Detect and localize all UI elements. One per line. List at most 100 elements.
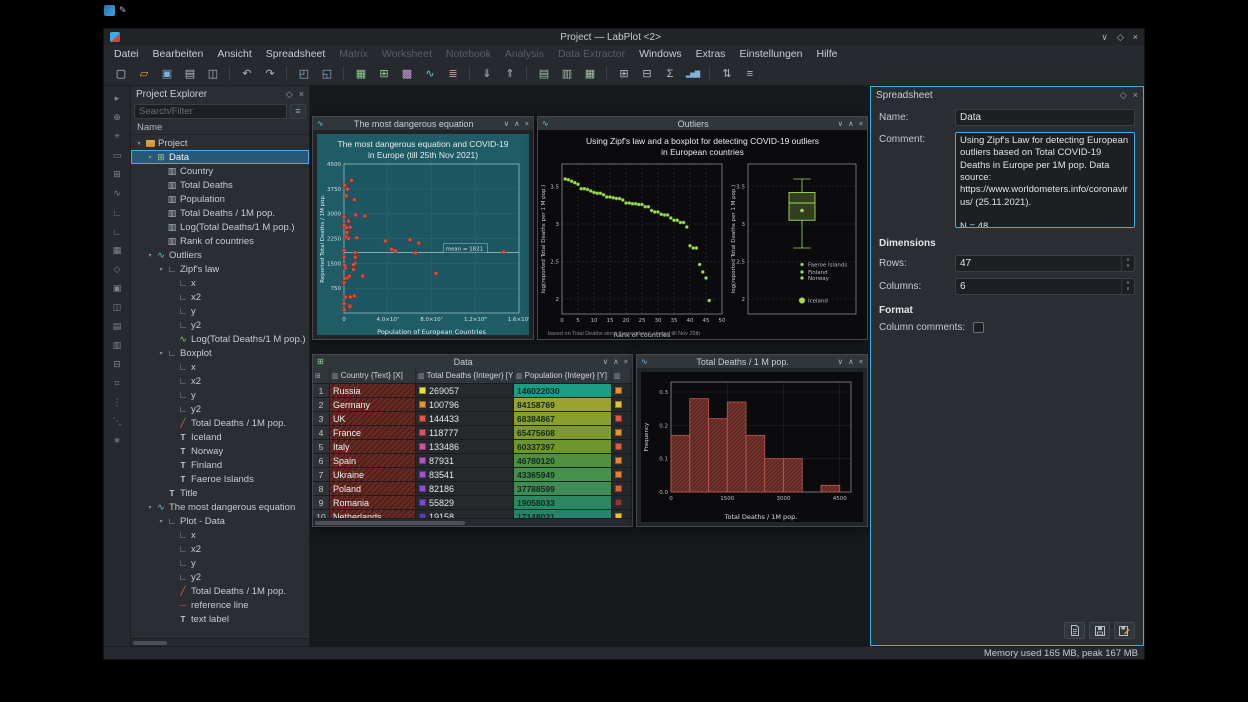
shade-icon[interactable]: ∨ bbox=[603, 357, 609, 366]
maximize-icon[interactable]: ∧ bbox=[613, 357, 619, 366]
cell-total-deaths[interactable]: 133486 bbox=[416, 440, 514, 453]
tree-item-outliers[interactable]: ▾Outliers bbox=[131, 248, 309, 262]
cell-population[interactable]: 68384867 bbox=[514, 412, 612, 425]
new-project-button[interactable]: ▢ bbox=[110, 64, 131, 83]
zipf-law-scatter-plot[interactable]: 0510152025303540455022.533.5Rank of coun… bbox=[538, 160, 728, 339]
expander-icon[interactable]: ▾ bbox=[134, 140, 144, 147]
cell-population[interactable]: 146022030 bbox=[514, 384, 612, 397]
close-icon[interactable]: × bbox=[1133, 32, 1138, 43]
tree-item-y[interactable]: y bbox=[131, 304, 309, 318]
tree-item-y2[interactable]: y2 bbox=[131, 570, 309, 584]
menu-extras[interactable]: Extras bbox=[689, 47, 733, 61]
tree-item-y[interactable]: y bbox=[131, 388, 309, 402]
maximize-icon[interactable]: ∧ bbox=[514, 119, 520, 128]
label-tool-icon[interactable]: ◇ bbox=[108, 262, 126, 277]
new-worksheet-button[interactable]: ∿ bbox=[419, 64, 440, 83]
mdi-titlebar[interactable]: ⊞ Data ∨ ∧ × bbox=[313, 355, 632, 368]
expander-icon[interactable]: ▾ bbox=[145, 154, 155, 161]
filter-options-icon[interactable]: ≡ bbox=[290, 104, 306, 119]
expand-all-button[interactable]: ⊞ bbox=[613, 64, 634, 83]
maximize-icon[interactable]: ∧ bbox=[848, 357, 854, 366]
collapse-all-button[interactable]: ⊟ bbox=[636, 64, 657, 83]
cell-rate[interactable] bbox=[612, 384, 632, 397]
cell-population[interactable]: 19058033 bbox=[514, 496, 612, 509]
expander-icon[interactable]: ▾ bbox=[156, 518, 166, 525]
cell-country[interactable]: Poland bbox=[330, 482, 416, 495]
tree-item-total-deaths[interactable]: Total Deaths bbox=[131, 178, 309, 192]
save-as-button[interactable] bbox=[1114, 622, 1135, 639]
cell-population[interactable]: 65475608 bbox=[514, 426, 612, 439]
sort-button[interactable]: ⇅ bbox=[716, 64, 737, 83]
cell-population[interactable]: 43365949 bbox=[514, 468, 612, 481]
cell-total-deaths[interactable]: 144433 bbox=[416, 412, 514, 425]
row-number[interactable]: 6 bbox=[313, 454, 330, 467]
tree-item-total-deaths-1m-pop[interactable]: Total Deaths / 1M pop. bbox=[131, 584, 309, 598]
expander-icon[interactable]: ▾ bbox=[145, 252, 155, 259]
hash-tool-icon[interactable]: ⌗ bbox=[108, 376, 126, 391]
legend-tool-icon[interactable]: ▦ bbox=[108, 243, 126, 258]
cell-total-deaths[interactable]: 82186 bbox=[416, 482, 514, 495]
tree-item-norway[interactable]: Norway bbox=[131, 444, 309, 458]
column-header-partial[interactable]: ▥ bbox=[612, 368, 632, 383]
spreadsheet-dock-header[interactable]: Spreadsheet ◇ × bbox=[871, 87, 1143, 103]
stepper-arrows-icon[interactable]: ∧∨ bbox=[1121, 279, 1134, 294]
panel-toggle-icon[interactable]: ▸ bbox=[108, 91, 126, 106]
tree-item-finland[interactable]: Finland bbox=[131, 458, 309, 472]
cell-rate[interactable] bbox=[612, 468, 632, 481]
cell-rate[interactable] bbox=[612, 454, 632, 467]
rows-stepper[interactable]: 47 ∧∨ bbox=[955, 255, 1135, 272]
cell-country[interactable]: Netherlands bbox=[330, 510, 416, 518]
insert-column-button[interactable]: ▥ bbox=[556, 64, 577, 83]
shade-icon[interactable]: ∨ bbox=[838, 357, 844, 366]
tree-item-faeroe-islands[interactable]: Faeroe Islands bbox=[131, 472, 309, 486]
dots-tool-icon[interactable]: ⋮ bbox=[108, 395, 126, 410]
print-button[interactable]: ▤ bbox=[179, 64, 200, 83]
project-explorer-header[interactable]: Project Explorer ◇ × bbox=[131, 86, 309, 102]
expander-icon[interactable]: ▾ bbox=[156, 350, 166, 357]
mdi-titlebar[interactable]: ∿ The most dangerous equation ∨ ∧ × bbox=[313, 117, 533, 130]
cell-total-deaths[interactable]: 87931 bbox=[416, 454, 514, 467]
maximize-icon[interactable]: ∧ bbox=[848, 119, 854, 128]
print-preview-button[interactable]: ◫ bbox=[202, 64, 223, 83]
redo-button[interactable]: ↷ bbox=[259, 64, 280, 83]
expander-icon[interactable]: ▾ bbox=[156, 266, 166, 273]
star-tool-icon[interactable]: ∗ bbox=[108, 433, 126, 448]
column-statistics-button[interactable]: Σ bbox=[659, 64, 680, 83]
cell-population[interactable]: 84158769 bbox=[514, 398, 612, 411]
window-most-dangerous-equation[interactable]: ∿ The most dangerous equation ∨ ∧ × The … bbox=[312, 116, 534, 340]
cell-population[interactable]: 60337397 bbox=[514, 440, 612, 453]
cell-country[interactable]: France bbox=[330, 426, 416, 439]
menu-hilfe[interactable]: Hilfe bbox=[809, 47, 844, 61]
tree-item-the-most-dangerous-equation[interactable]: ▾The most dangerous equation bbox=[131, 500, 309, 514]
new-spreadsheet-button[interactable]: ⊞ bbox=[373, 64, 394, 83]
comment-field[interactable]: Using Zipf's Law for detecting European … bbox=[955, 132, 1135, 228]
tree-item-total-deaths-1m-pop[interactable]: Total Deaths / 1M pop. bbox=[131, 206, 309, 220]
cell-population[interactable]: 37788599 bbox=[514, 482, 612, 495]
row-number[interactable]: 7 bbox=[313, 468, 330, 481]
menu-spreadsheet[interactable]: Spreadsheet bbox=[259, 47, 333, 61]
taskbar-app-icon[interactable] bbox=[104, 5, 115, 16]
tree-item-y2[interactable]: y2 bbox=[131, 402, 309, 416]
cell-rate[interactable] bbox=[612, 496, 632, 509]
expander-icon[interactable]: ▾ bbox=[145, 504, 155, 511]
save-project-button[interactable]: ▣ bbox=[156, 64, 177, 83]
row-number[interactable]: 4 bbox=[313, 426, 330, 439]
cell-total-deaths[interactable]: 100796 bbox=[416, 398, 514, 411]
edit-pencil-icon[interactable]: ✎ bbox=[119, 5, 127, 16]
shrink-tool-icon[interactable]: ⊟ bbox=[108, 357, 126, 372]
plot-data-button[interactable]: ▂▅▇ bbox=[682, 64, 703, 83]
tree-item-text-label[interactable]: text label bbox=[131, 612, 309, 626]
select-all-corner[interactable]: ⊞ bbox=[313, 368, 330, 383]
minimize-icon[interactable]: ∨ bbox=[1101, 32, 1108, 43]
histogram-worksheet[interactable]: 01500300045000.00.10.20.3Total Deaths / … bbox=[641, 372, 863, 522]
cell-rate[interactable] bbox=[612, 412, 632, 425]
close-icon[interactable]: × bbox=[859, 119, 863, 128]
row-number[interactable]: 1 bbox=[313, 384, 330, 397]
new-matrix-button[interactable]: ▩ bbox=[396, 64, 417, 83]
crosshair-tool-icon[interactable]: ⌖ bbox=[108, 129, 126, 144]
document-info-button[interactable] bbox=[1064, 622, 1085, 639]
cell-country[interactable]: Russia bbox=[330, 384, 416, 397]
axis-y-tool-icon[interactable]: ∟ bbox=[108, 224, 126, 239]
row-number[interactable]: 5 bbox=[313, 440, 330, 453]
menu-einstellungen[interactable]: Einstellungen bbox=[732, 47, 809, 61]
